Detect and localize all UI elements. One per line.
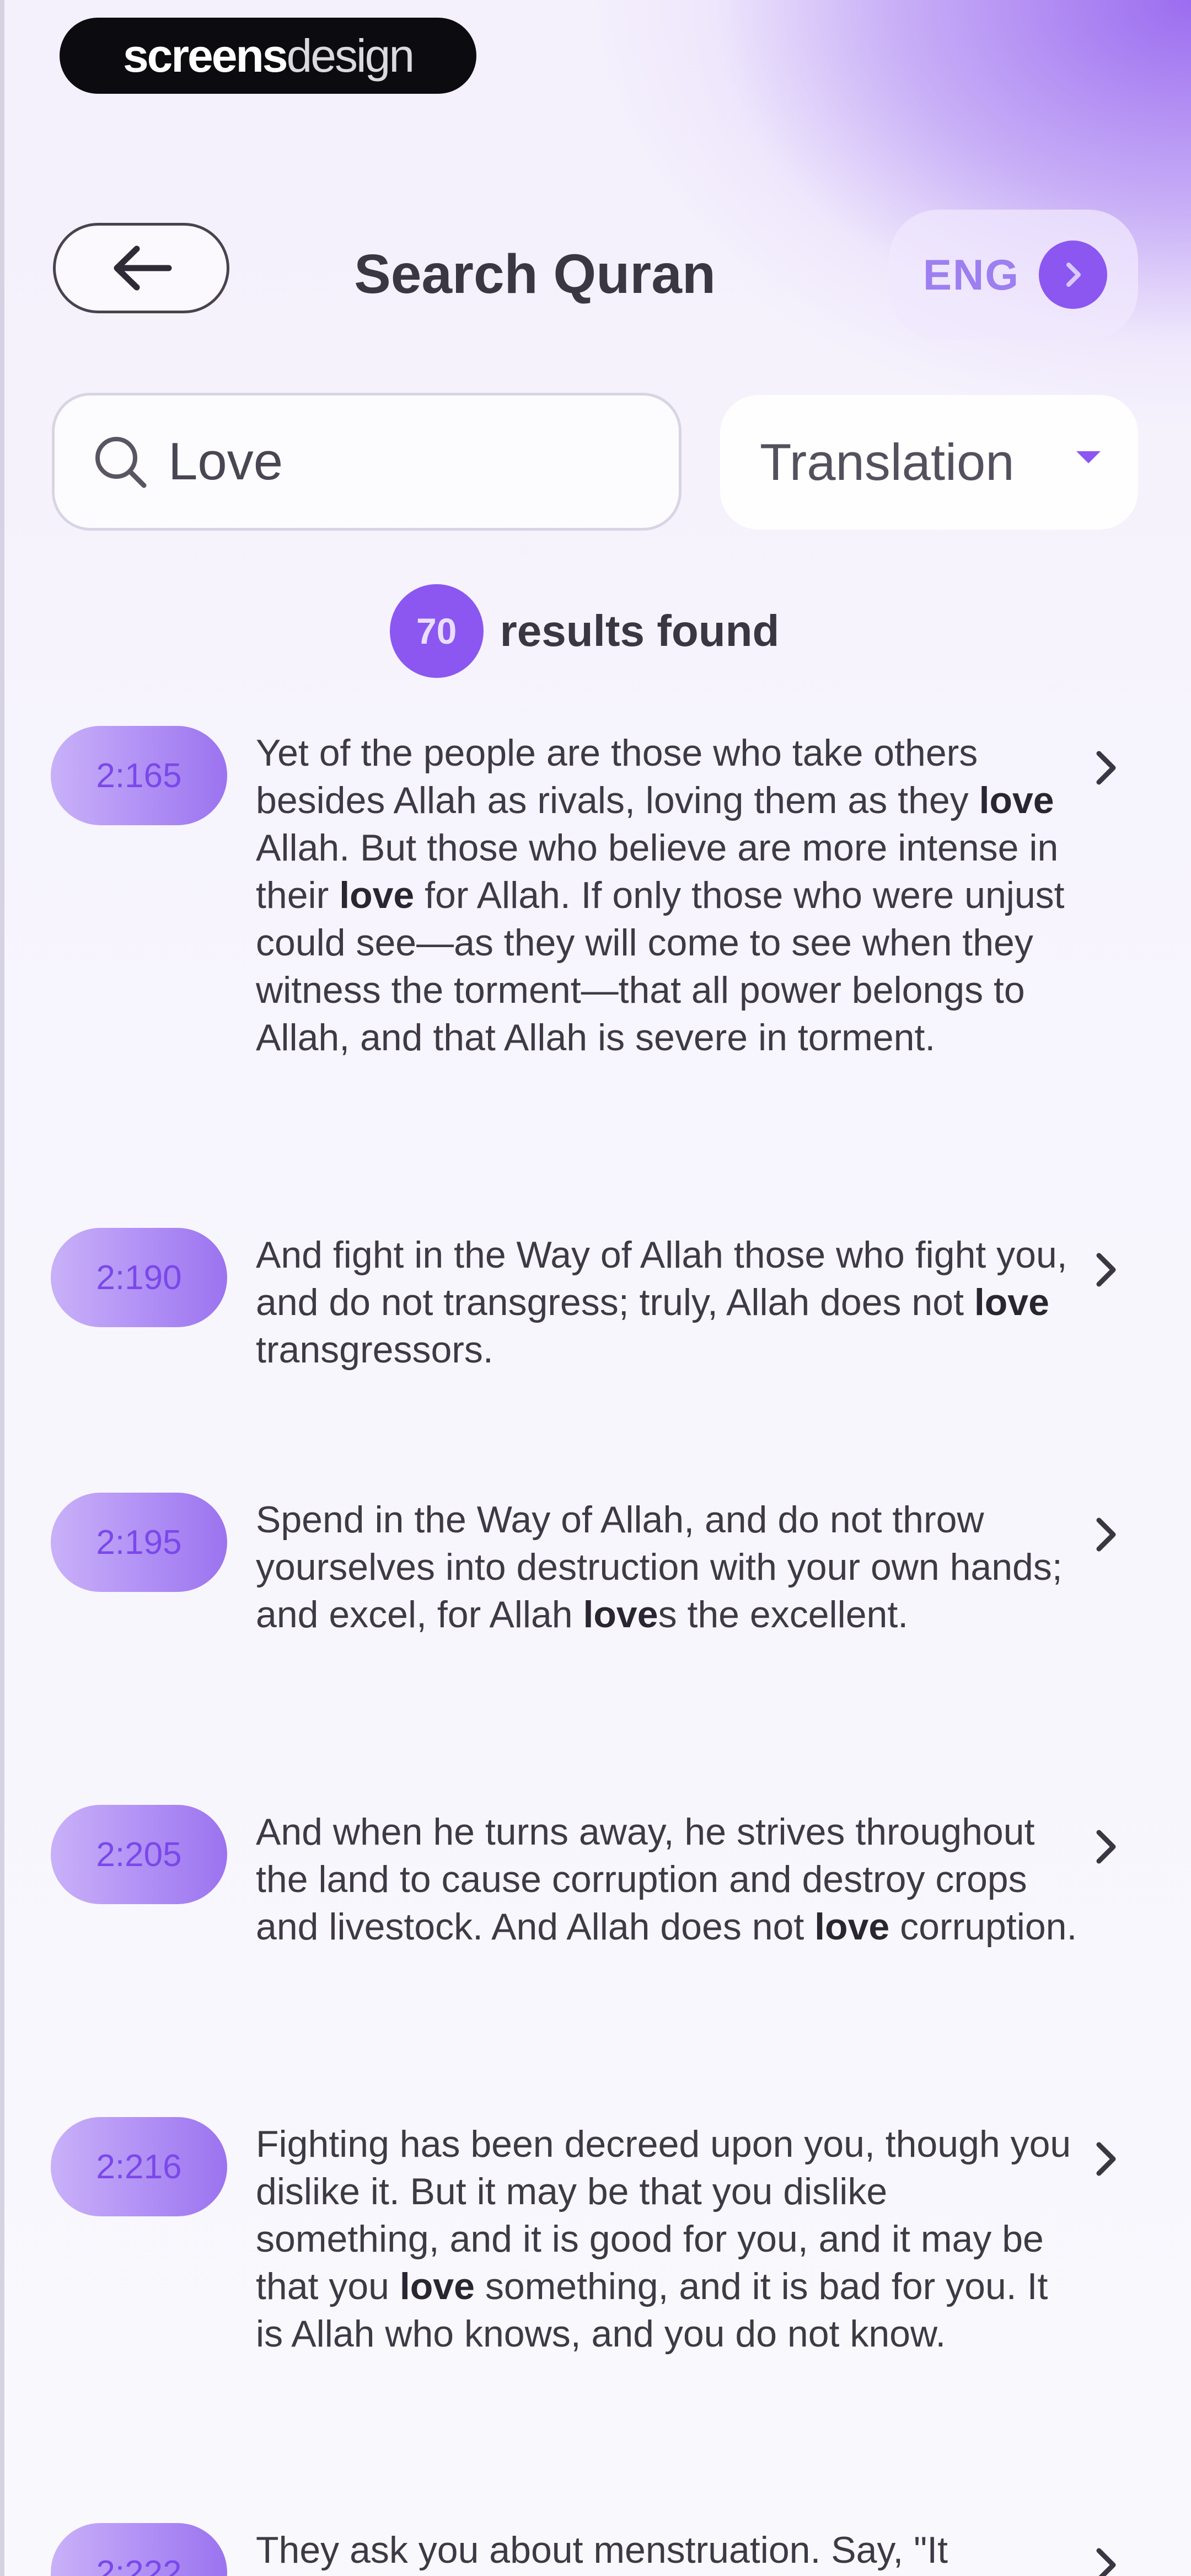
verse-text: And fight in the Way of Allah those who … bbox=[256, 1231, 1077, 1373]
verse-text-segment: transgressors. bbox=[256, 1329, 493, 1371]
results-count-badge: 70 bbox=[389, 584, 484, 678]
chevron-right-icon[interactable] bbox=[1086, 2131, 1125, 2187]
results-summary: 70 results found bbox=[0, 582, 1191, 680]
verse-reference-badge: 2:205 bbox=[51, 1805, 227, 1904]
verse-reference-badge: 2:216 bbox=[51, 2117, 227, 2216]
search-box[interactable] bbox=[52, 393, 682, 531]
chevron-right-icon[interactable] bbox=[1086, 740, 1125, 795]
verse-reference-badge: 2:190 bbox=[51, 1228, 227, 1327]
language-go-button[interactable] bbox=[1039, 241, 1107, 309]
verse-text: And when he turns away, he strives throu… bbox=[256, 1808, 1077, 1950]
highlighted-term: love bbox=[974, 1281, 1049, 1323]
chevron-right-icon[interactable] bbox=[1086, 1819, 1125, 1874]
verse-text-segment: s the excellent. bbox=[658, 1594, 909, 1636]
left-edge bbox=[0, 0, 4, 2576]
chevron-right-icon[interactable] bbox=[1086, 2537, 1125, 2576]
search-mode-dropdown[interactable]: Translation bbox=[720, 395, 1138, 530]
caret-down-icon bbox=[1076, 451, 1101, 463]
watermark-logo: screens design bbox=[60, 18, 476, 94]
verse-text: Fighting has been decreed upon you, thou… bbox=[256, 2120, 1077, 2358]
search-icon bbox=[95, 437, 147, 488]
verse-reference-badge: 2:165 bbox=[51, 726, 227, 825]
watermark-bold: screens bbox=[122, 29, 288, 82]
verse-text-segment: Yet of the people are those who take oth… bbox=[256, 732, 979, 821]
search-input[interactable] bbox=[167, 431, 654, 493]
search-mode-label: Translation bbox=[760, 433, 1015, 491]
highlighted-term: love bbox=[339, 874, 415, 916]
page-title: Search Quran bbox=[354, 243, 716, 305]
highlighted-term: love bbox=[399, 2265, 475, 2307]
back-button[interactable] bbox=[53, 223, 229, 313]
highlighted-term: love bbox=[583, 1594, 658, 1636]
language-selector[interactable]: ENG bbox=[889, 210, 1138, 340]
verse-text: Spend in the Way of Allah, and do not th… bbox=[256, 1496, 1077, 1638]
arrow-left-icon bbox=[114, 245, 172, 291]
highlighted-term: love bbox=[979, 779, 1054, 821]
results-label: results found bbox=[500, 606, 780, 655]
verse-reference-badge: 2:195 bbox=[51, 1493, 227, 1592]
verse-text: They ask you about menstruation. Say, "I… bbox=[256, 2526, 1077, 2574]
chevron-right-icon[interactable] bbox=[1086, 1507, 1125, 1562]
verse-text-segment: They ask you about menstruation. Say, "I… bbox=[256, 2529, 948, 2571]
highlighted-term: love bbox=[814, 1906, 890, 1948]
verse-text-segment: corruption. bbox=[889, 1906, 1077, 1948]
search-quran-screen: screensdesign Search Quran ENG Translati… bbox=[0, 0, 1191, 2576]
watermark-light: design bbox=[286, 29, 415, 82]
chevron-right-icon[interactable] bbox=[1086, 1242, 1125, 1297]
verse-reference-badge: 2:222 bbox=[51, 2523, 227, 2576]
language-label: ENG bbox=[923, 250, 1020, 299]
chevron-right-icon bbox=[1066, 263, 1081, 287]
verse-text-segment: And fight in the Way of Allah those who … bbox=[256, 1234, 1067, 1323]
verse-text: Yet of the people are those who take oth… bbox=[256, 729, 1077, 1061]
